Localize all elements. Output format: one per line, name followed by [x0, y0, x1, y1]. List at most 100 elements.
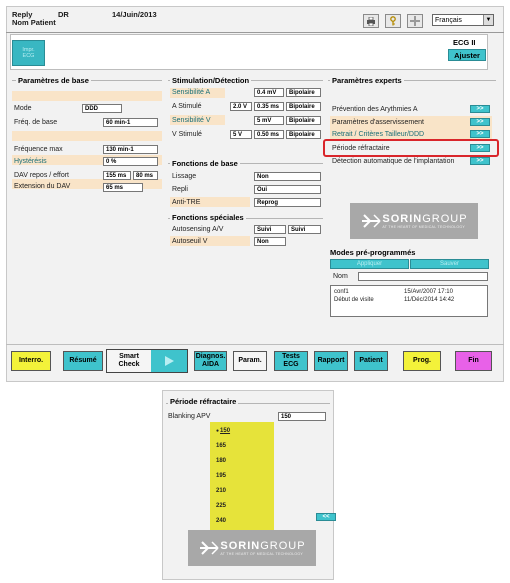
dropdown-option-selected[interactable]: ● 150 [216, 428, 230, 434]
smart-check-button[interactable]: Smart Check [107, 350, 151, 372]
a-stim-polarity[interactable]: Bipolaire [286, 102, 321, 111]
autoseuil-label: Autoseuil V [172, 238, 208, 245]
dropdown-option[interactable]: 210 [216, 488, 226, 494]
speciales-title: Fonctions spéciales [170, 213, 246, 222]
print-button[interactable] [363, 14, 379, 28]
autoseuil-value[interactable]: Non [254, 237, 286, 246]
logo-sorin: SORIN [382, 213, 423, 225]
open-asservissement-button[interactable]: >> [470, 118, 490, 126]
base-rate-value[interactable]: 60 min-1 [103, 118, 158, 127]
resume-button[interactable]: Résumé [63, 351, 103, 371]
sens-a-polarity[interactable]: Bipolaire [286, 88, 321, 97]
blanking-value[interactable]: 150 [278, 412, 326, 421]
language-select[interactable]: Français ▼ [432, 14, 494, 26]
mode-item-name[interactable]: conf1 [334, 289, 349, 295]
fonctions-title: Fonctions de base [170, 159, 240, 168]
v-stim-width[interactable]: 0.50 ms [254, 130, 284, 139]
logo-sorin: SORIN [220, 540, 261, 552]
print-ecg-label-2: ECG [22, 53, 35, 59]
dav-effort-value[interactable]: 80 ms [133, 171, 158, 180]
key-button[interactable] [385, 14, 401, 28]
print-ecg-button[interactable]: Impr. ECG [12, 40, 45, 66]
hysteresis-value[interactable]: 0 % [103, 157, 158, 166]
sens-v-polarity[interactable]: Bipolaire [286, 116, 321, 125]
chevron-down-icon: ▼ [483, 15, 493, 25]
autosensing-a-value[interactable]: Suivi [254, 225, 286, 234]
expert-item-detection: Détection automatique de l'implantation [332, 158, 455, 165]
dropdown-option[interactable]: 195 [216, 473, 226, 479]
base-rate-label: Fréq. de base [14, 119, 58, 126]
smart-check-label-2: Check [118, 361, 140, 368]
dropdown-option[interactable]: 225 [216, 503, 226, 509]
plus-icon [410, 16, 420, 26]
prog-button[interactable]: Prog. [403, 351, 441, 371]
mode-item-name[interactable]: Début de visite [334, 297, 374, 303]
patient-name-label: Nom Patient [12, 18, 56, 27]
mode-name-input[interactable] [358, 272, 488, 281]
tests-button[interactable]: Tests ECG [274, 351, 308, 371]
logo-group: GROUP [422, 213, 468, 225]
selected-marker-icon: ● [216, 428, 220, 434]
play-button[interactable] [151, 350, 187, 372]
expert-item-retrait: Retrait / Critères Tailleur/DDD [332, 131, 425, 138]
stim-title: Stimulation/Détection [170, 76, 252, 85]
dropdown-option-label: 150 [220, 428, 231, 434]
sorin-logo: SORINGROUP AT THE HEART OF MEDICAL TECHN… [350, 203, 478, 239]
open-arythmies-button[interactable]: >> [470, 105, 490, 113]
dav-extension-value[interactable]: 65 ms [103, 183, 143, 192]
param-button[interactable]: Param. [233, 351, 267, 371]
row-band [12, 91, 162, 101]
ajuster-button[interactable]: Ajuster [448, 49, 486, 61]
a-stim-width[interactable]: 0.35 ms [254, 102, 284, 111]
v-stim-voltage[interactable]: 5 V [230, 130, 252, 139]
mode-value[interactable]: DDD [82, 104, 122, 113]
header-divider [6, 32, 504, 33]
add-button[interactable] [407, 14, 423, 28]
diagnos-button[interactable]: Diagnos. AIDA [194, 351, 227, 371]
logo-group: GROUP [260, 540, 306, 552]
v-stim-polarity[interactable]: Bipolaire [286, 130, 321, 139]
repli-value[interactable]: Oui [254, 185, 321, 194]
anti-tre-value[interactable]: Reprog [254, 198, 321, 207]
a-stim-label: A Stimulé [172, 103, 202, 110]
dav-rest-value[interactable]: 155 ms [103, 171, 131, 180]
sorin-mark-icon [362, 214, 381, 228]
rapport-button[interactable]: Rapport [314, 351, 348, 371]
row-band [12, 131, 162, 141]
mode-item-date: 11/Déc/2014 14:42 [404, 297, 455, 303]
ecg-trace-area [10, 34, 488, 70]
dropdown-option[interactable]: 180 [216, 458, 226, 464]
dropdown-option[interactable]: 165 [216, 443, 226, 449]
back-button[interactable]: << [316, 513, 336, 521]
patient-button[interactable]: Patient [354, 351, 388, 371]
zoom-title: Période réfractaire [168, 397, 239, 406]
header-date: 14/Juin/2013 [112, 10, 157, 19]
open-detection-button[interactable]: >> [470, 157, 490, 165]
v-stim-label: V Stimulé [172, 131, 202, 138]
autosensing-label: Autosensing A/V [172, 226, 224, 233]
lissage-value[interactable]: Non [254, 172, 321, 181]
blanking-dropdown[interactable]: ● 150 165 180 195 210 225 240 255 [210, 422, 274, 546]
experts-title: Paramètres experts [330, 76, 404, 85]
logo-tagline: AT THE HEART OF MEDICAL TECHNOLOGY [220, 552, 304, 556]
max-rate-value[interactable]: 130 min-1 [103, 145, 158, 154]
dropdown-option[interactable]: 240 [216, 518, 226, 524]
diagnos-label-2: AIDA [201, 361, 220, 368]
sens-a-label: Sensibilité A [172, 89, 211, 96]
smart-check-label-1: Smart [119, 353, 139, 360]
sens-a-value[interactable]: 0.4 mV [254, 88, 284, 97]
max-rate-label: Fréquence max [14, 146, 63, 153]
mode-name-label: Nom [333, 273, 348, 280]
fin-button[interactable]: Fin [455, 351, 492, 371]
apply-mode-button[interactable]: Appliquer [330, 259, 409, 269]
sens-v-value[interactable]: 5 mV [254, 116, 284, 125]
repli-label: Repli [172, 186, 188, 193]
a-stim-voltage[interactable]: 2.0 V [230, 102, 252, 111]
base-params-title: Paramètres de base [16, 76, 91, 85]
mode-item-date: 15/Avr/2007 17:10 [404, 289, 453, 295]
autosensing-v-value[interactable]: Suivi [288, 225, 321, 234]
open-retrait-button[interactable]: >> [470, 130, 490, 138]
interro-button[interactable]: Interro. [11, 351, 51, 371]
save-mode-button[interactable]: Sauver [410, 259, 489, 269]
lissage-label: Lissage [172, 173, 197, 180]
